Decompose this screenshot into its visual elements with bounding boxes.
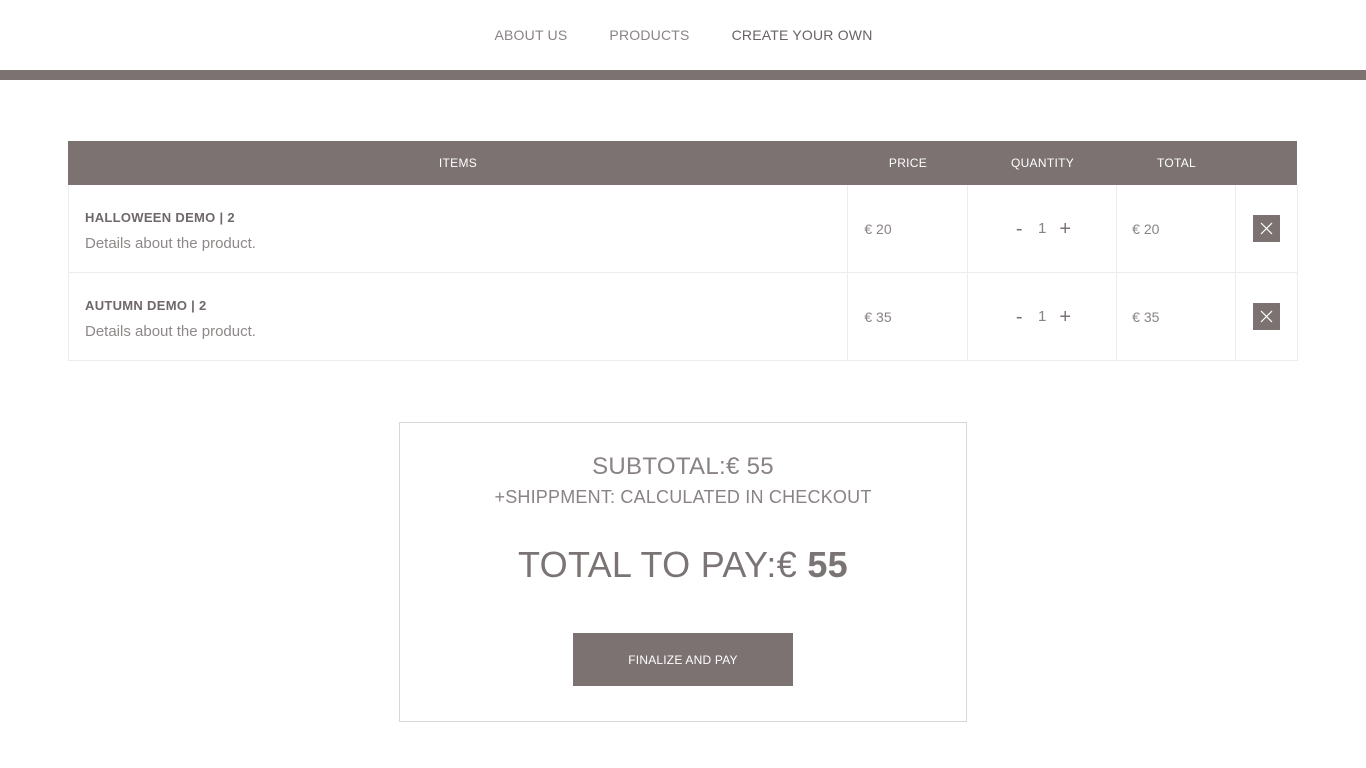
increase-quantity-button[interactable]: + <box>1053 219 1077 239</box>
item-description: Details about the product. <box>85 322 256 340</box>
quantity-value: 1 <box>1038 220 1047 237</box>
item-name: HALLOWEEN DEMO | 2 <box>85 209 235 225</box>
quantity-stepper: - 1 + <box>968 185 1118 272</box>
shipping-note: +SHIPPMENT: CALCULATED IN CHECKOUT <box>494 487 872 507</box>
remove-item-button[interactable] <box>1253 303 1281 330</box>
subtotal: SUBTOTAL:€ 55 <box>400 453 966 481</box>
nav-products[interactable]: PRODUCTS <box>609 27 689 43</box>
item-total: € 35 <box>1117 273 1237 360</box>
item-name: AUTUMN DEMO | 2 <box>85 297 207 313</box>
total-amount: 55 <box>807 544 848 585</box>
header-items: ITEMS <box>438 156 478 170</box>
remove-item-button[interactable] <box>1253 215 1281 242</box>
quantity-value: 1 <box>1038 308 1047 325</box>
table-row: AUTUMN DEMO | 2 Details about the produc… <box>68 273 1298 361</box>
item-cell: AUTUMN DEMO | 2 Details about the produc… <box>69 273 849 360</box>
nav-about-us[interactable]: ABOUT US <box>494 27 567 43</box>
order-summary: SUBTOTAL:€ 55 +SHIPPMENT: CALCULATED IN … <box>399 422 967 722</box>
quantity-stepper: - 1 + <box>968 273 1118 360</box>
decrease-quantity-button[interactable]: - <box>1007 307 1031 327</box>
item-price: € 20 <box>848 185 969 272</box>
subtotal-label: SUBTOTAL: <box>592 453 726 480</box>
subtotal-value: € 55 <box>725 453 774 480</box>
cart-table-header: ITEMS PRICE QUANTITY TOTAL <box>68 141 1297 185</box>
close-icon <box>1260 310 1273 323</box>
total-label: TOTAL TO PAY: <box>518 544 777 585</box>
header-quantity: QUANTITY <box>1010 156 1075 170</box>
remove-cell <box>1236 273 1297 360</box>
remove-cell <box>1236 185 1297 272</box>
item-description: Details about the product. <box>85 234 256 252</box>
finalize-and-pay-button[interactable]: FINALIZE AND PAY <box>573 633 793 686</box>
header-price: PRICE <box>888 156 928 170</box>
close-icon <box>1260 222 1273 235</box>
table-row: HALLOWEEN DEMO | 2 Details about the pro… <box>68 185 1298 273</box>
increase-quantity-button[interactable]: + <box>1053 307 1077 327</box>
header-total: TOTAL <box>1156 156 1197 170</box>
total-currency: € <box>776 544 808 585</box>
item-cell: HALLOWEEN DEMO | 2 Details about the pro… <box>69 185 849 272</box>
total-to-pay: TOTAL TO PAY:€ 55 <box>400 544 966 586</box>
cart-table: ITEMS PRICE QUANTITY TOTAL HALLOWEEN DEM… <box>68 141 1298 361</box>
item-total: € 20 <box>1117 185 1237 272</box>
nav-create-your-own[interactable]: CREATE YOUR OWN <box>732 27 873 43</box>
decrease-quantity-button[interactable]: - <box>1007 219 1031 239</box>
nav-divider-bar <box>0 70 1366 80</box>
top-navigation: ABOUT US PRODUCTS CREATE YOUR OWN <box>0 0 1366 70</box>
item-price: € 35 <box>848 273 969 360</box>
